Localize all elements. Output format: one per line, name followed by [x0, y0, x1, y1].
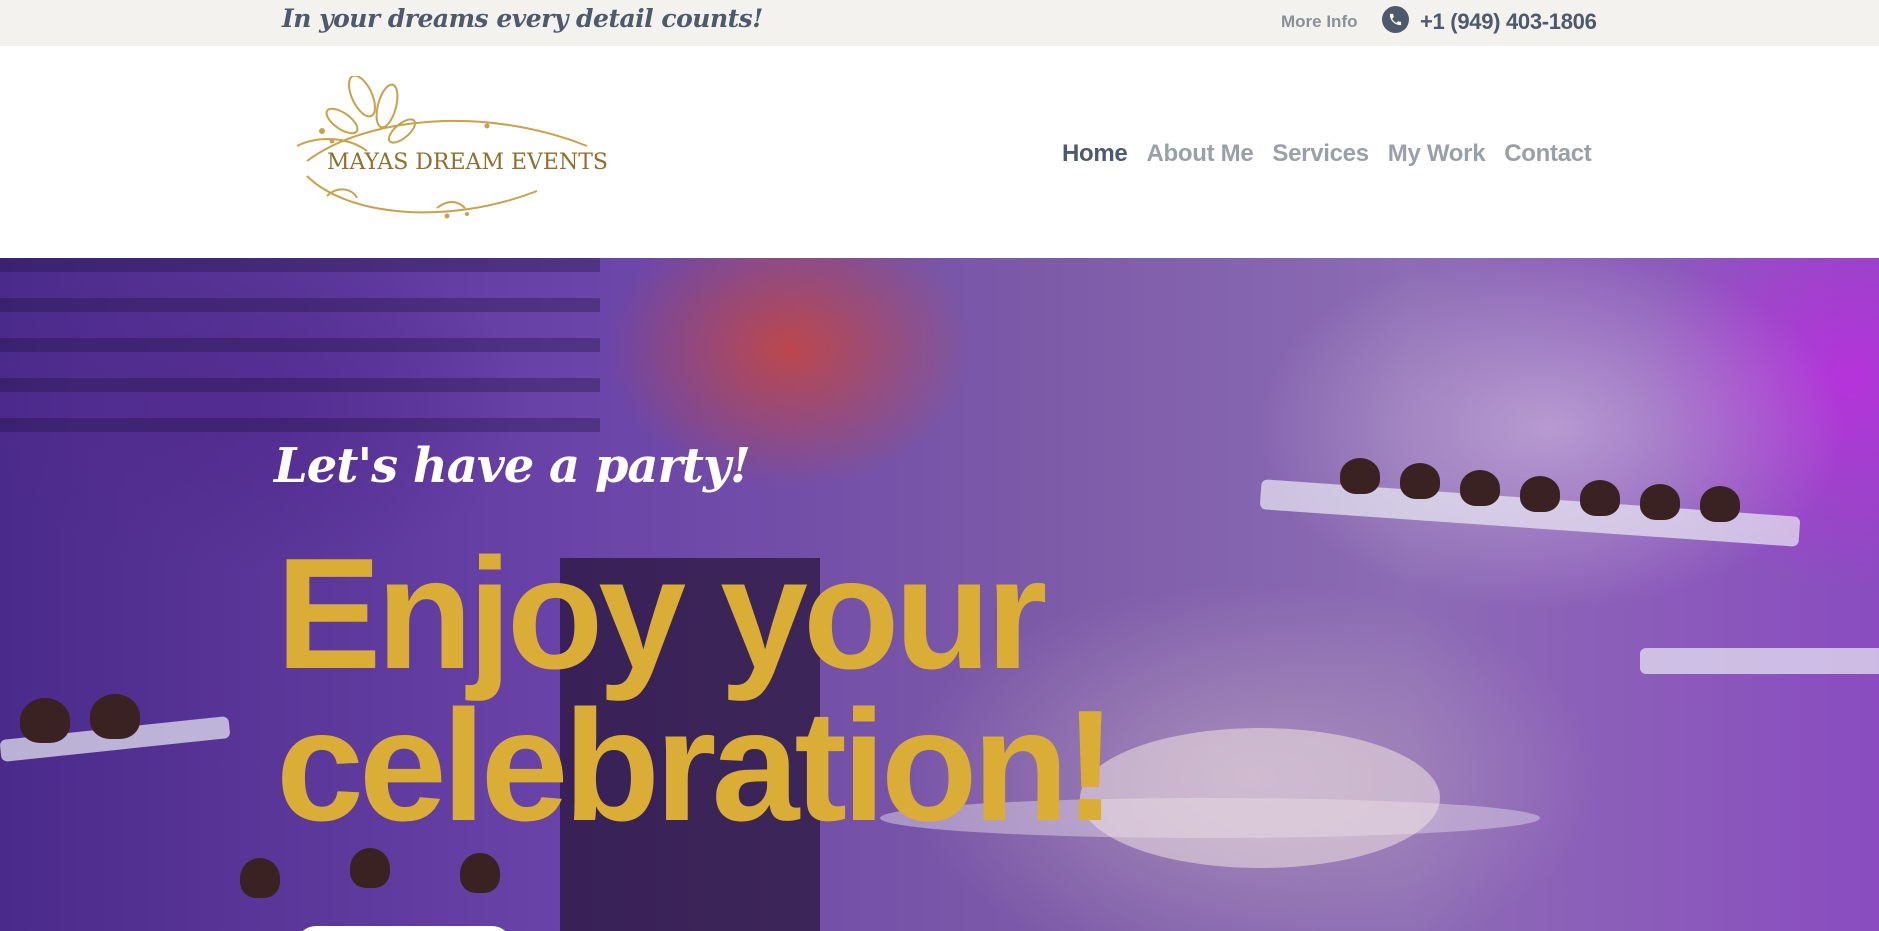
hero-headline: Enjoy your celebration! — [276, 526, 1117, 854]
logo[interactable]: MAYAS DREAM EVENTS — [287, 74, 608, 226]
top-info-bar: In your dreams every detail counts! More… — [0, 0, 1879, 46]
main-nav: Home About Me Services My Work Contact — [1062, 140, 1610, 168]
hero-section: Let's have a party! Enjoy your celebrati… — [0, 258, 1879, 931]
phone-icon — [1382, 6, 1409, 33]
hero-headline-line-2: celebration! — [276, 678, 1117, 854]
hero-headline-line-1: Enjoy your — [276, 526, 1047, 702]
site-header: MAYAS DREAM EVENTS Home About Me Service… — [0, 46, 1879, 258]
logo-text: MAYAS DREAM EVENTS — [327, 150, 608, 175]
nav-item-services[interactable]: Services — [1272, 140, 1369, 168]
nav-item-home[interactable]: Home — [1062, 140, 1128, 168]
nav-item-contact[interactable]: Contact — [1504, 140, 1592, 168]
more-info-link[interactable]: More Info — [1281, 12, 1358, 32]
tagline: In your dreams every detail counts! — [282, 4, 763, 33]
hero-subtitle: Let's have a party! — [274, 438, 751, 494]
hero-cta-button[interactable] — [296, 926, 512, 931]
nav-item-my-work[interactable]: My Work — [1388, 140, 1486, 168]
nav-item-about-me[interactable]: About Me — [1146, 140, 1253, 168]
phone-number-link[interactable]: +1 (949) 403-1806 — [1420, 9, 1597, 35]
